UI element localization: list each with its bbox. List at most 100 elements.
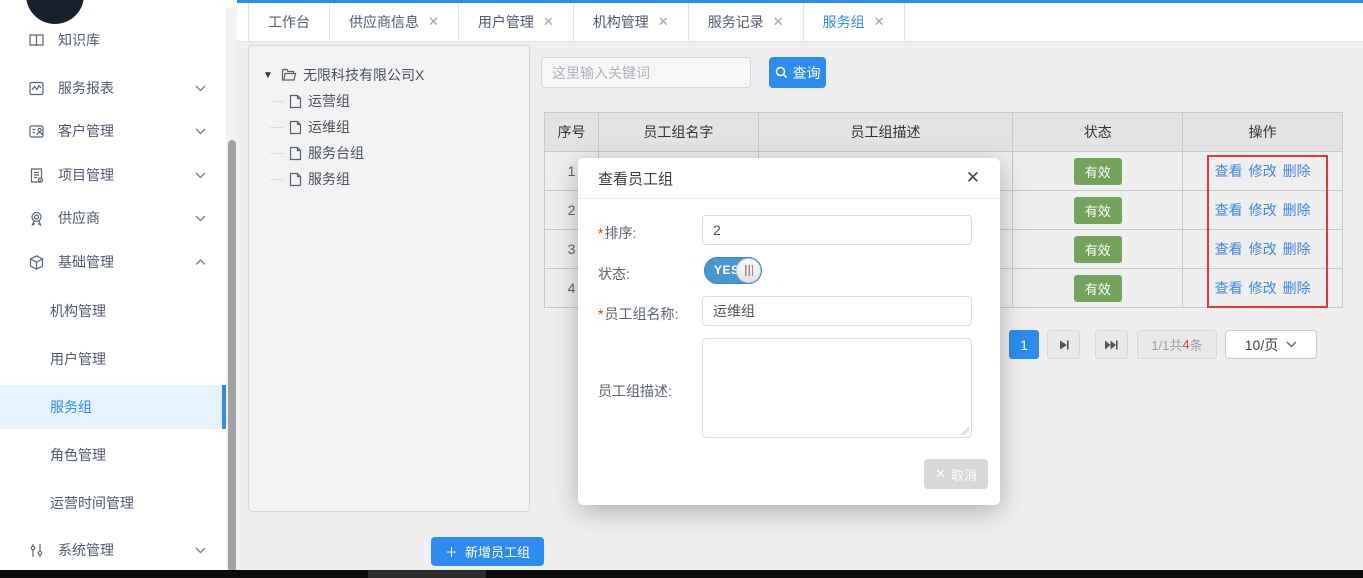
add-employee-group-button[interactable]: ＋ 新增员工组 bbox=[431, 537, 544, 566]
action-view-link[interactable]: 查看 bbox=[1215, 241, 1243, 257]
action-edit-link[interactable]: 修改 bbox=[1249, 280, 1277, 296]
chevron-down-icon bbox=[1286, 341, 1297, 348]
tab-label: 工作台 bbox=[268, 12, 310, 32]
action-view-link[interactable]: 查看 bbox=[1215, 202, 1243, 218]
action-view-link[interactable]: 查看 bbox=[1215, 163, 1243, 179]
sort-input[interactable] bbox=[702, 215, 972, 245]
page-number-button[interactable]: 1 bbox=[1009, 330, 1039, 359]
group-desc-textarea[interactable] bbox=[702, 338, 972, 438]
tab-close-icon[interactable]: ✕ bbox=[874, 14, 885, 30]
close-icon: ✕ bbox=[935, 466, 946, 482]
query-button-label: 查询 bbox=[793, 63, 821, 83]
tab-org-management[interactable]: 机构管理 ✕ bbox=[574, 3, 689, 41]
sidebar-item-org-management[interactable]: 机构管理 bbox=[0, 289, 226, 333]
tab-service-group[interactable]: 服务组 ✕ bbox=[804, 3, 905, 41]
status-badge: 有效 bbox=[1074, 275, 1122, 302]
column-header-name: 员工组名字 bbox=[598, 113, 758, 152]
status-toggle[interactable]: YES bbox=[704, 257, 762, 284]
cell-actions: 查看修改删除 bbox=[1183, 191, 1343, 230]
sidebar-item-customer-management[interactable]: 客户管理 bbox=[0, 109, 226, 153]
view-employee-group-dialog: 查看员工组 ✕ *排序: 状态: YES *员工组名称: 员工组描述: ✕ 取消 bbox=[578, 158, 1000, 505]
tab-close-icon[interactable]: ✕ bbox=[428, 14, 439, 30]
toggle-grip-icon bbox=[745, 265, 753, 276]
chart-icon bbox=[27, 79, 45, 97]
cancel-button[interactable]: ✕ 取消 bbox=[924, 459, 988, 489]
sort-field-label: *排序: bbox=[598, 223, 636, 243]
tab-workbench[interactable]: 工作台 bbox=[248, 3, 330, 41]
sidebar-item-label: 客户管理 bbox=[58, 121, 114, 141]
sidebar-scrollbar[interactable] bbox=[226, 8, 237, 570]
cancel-button-label: 取消 bbox=[951, 465, 977, 484]
book-icon bbox=[27, 31, 45, 49]
sidebar-item-label: 知识库 bbox=[58, 30, 100, 50]
pagination-summary: 1/1共4条 bbox=[1137, 330, 1217, 359]
cube-icon bbox=[27, 253, 45, 271]
group-name-input[interactable] bbox=[702, 296, 972, 326]
sidebar-scrollbar-thumb[interactable] bbox=[228, 140, 236, 572]
cell-status: 有效 bbox=[1013, 230, 1183, 269]
action-edit-link[interactable]: 修改 bbox=[1249, 202, 1277, 218]
sidebar-item-project-management[interactable]: 项目管理 bbox=[0, 153, 226, 197]
tree-connector bbox=[270, 179, 283, 180]
tree-node-servicedesk-group[interactable]: 服务台组 bbox=[263, 140, 529, 166]
last-page-button[interactable] bbox=[1095, 330, 1128, 359]
caret-down-icon[interactable]: ▼ bbox=[263, 70, 277, 81]
action-edit-link[interactable]: 修改 bbox=[1249, 241, 1277, 257]
cell-actions: 查看修改删除 bbox=[1183, 269, 1343, 308]
tab-close-icon[interactable]: ✕ bbox=[658, 14, 669, 30]
sidebar-item-label: 供应商 bbox=[58, 208, 100, 228]
group-name-field-label: *员工组名称: bbox=[598, 304, 678, 324]
sidebar-item-knowledge-base[interactable]: 知识库 bbox=[0, 18, 226, 62]
add-button-label: 新增员工组 bbox=[465, 542, 530, 561]
tab-label: 服务记录 bbox=[708, 12, 764, 32]
action-edit-link[interactable]: 修改 bbox=[1249, 163, 1277, 179]
tree-connector bbox=[270, 101, 283, 102]
sidebar-item-system-management[interactable]: 系统管理 bbox=[0, 528, 226, 572]
sidebar-item-role-management[interactable]: 角色管理 bbox=[0, 433, 226, 477]
sidebar-item-label: 角色管理 bbox=[50, 445, 106, 465]
status-badge: 有效 bbox=[1074, 236, 1122, 263]
action-delete-link[interactable]: 删除 bbox=[1283, 163, 1311, 179]
sidebar-item-label: 机构管理 bbox=[50, 301, 106, 321]
action-delete-link[interactable]: 删除 bbox=[1283, 280, 1311, 296]
chevron-up-icon bbox=[195, 259, 206, 266]
taskbar-segment bbox=[368, 570, 486, 578]
sidebar-item-operation-time-management[interactable]: 运营时间管理 bbox=[0, 481, 226, 525]
tree-node-label: 服务台组 bbox=[308, 143, 364, 163]
action-view-link[interactable]: 查看 bbox=[1215, 280, 1243, 296]
plus-icon: ＋ bbox=[445, 542, 458, 561]
keyword-search-input[interactable] bbox=[541, 57, 751, 88]
file-icon bbox=[289, 94, 302, 109]
chevron-down-icon bbox=[195, 547, 206, 554]
tab-close-icon[interactable]: ✕ bbox=[543, 14, 554, 30]
sidebar-item-basic-management[interactable]: 基础管理 bbox=[0, 240, 226, 284]
tab-close-icon[interactable]: ✕ bbox=[773, 14, 784, 30]
query-button[interactable]: 查询 bbox=[769, 57, 826, 88]
sidebar-item-service-reports[interactable]: 服务报表 bbox=[0, 66, 226, 110]
tree-node-operations-group[interactable]: 运营组 bbox=[263, 88, 529, 114]
tab-service-records[interactable]: 服务记录 ✕ bbox=[689, 3, 804, 41]
sidebar-item-suppliers[interactable]: 供应商 bbox=[0, 196, 226, 240]
next-page-button[interactable] bbox=[1047, 330, 1080, 359]
action-delete-link[interactable]: 删除 bbox=[1283, 202, 1311, 218]
chevron-down-icon bbox=[195, 85, 206, 92]
close-icon[interactable]: ✕ bbox=[966, 168, 980, 188]
tree-node-company[interactable]: ▼ 无限科技有限公司X bbox=[263, 62, 529, 88]
sidebar-item-user-management[interactable]: 用户管理 bbox=[0, 337, 226, 381]
tree-node-maintenance-group[interactable]: 运维组 bbox=[263, 114, 529, 140]
tab-label: 供应商信息 bbox=[349, 12, 419, 32]
column-header-seq: 序号 bbox=[545, 113, 599, 152]
sidebar-item-service-group[interactable]: 服务组 bbox=[0, 385, 226, 429]
action-delete-link[interactable]: 删除 bbox=[1283, 241, 1311, 257]
tab-supplier-info[interactable]: 供应商信息 ✕ bbox=[330, 3, 459, 41]
sidebar-item-label: 用户管理 bbox=[50, 349, 106, 369]
tree-connector bbox=[270, 127, 283, 128]
search-icon bbox=[775, 66, 788, 79]
page-size-select[interactable]: 10/页 bbox=[1225, 330, 1317, 359]
required-asterisk: * bbox=[598, 306, 603, 322]
toggle-knob[interactable] bbox=[736, 258, 761, 283]
app-window: 知识库 服务报表 客户管理 项目管理 供应商 基础管理 机构管理 bbox=[0, 0, 1363, 578]
tab-user-management[interactable]: 用户管理 ✕ bbox=[459, 3, 574, 41]
cell-status: 有效 bbox=[1013, 269, 1183, 308]
tree-node-service-group[interactable]: 服务组 bbox=[263, 166, 529, 192]
